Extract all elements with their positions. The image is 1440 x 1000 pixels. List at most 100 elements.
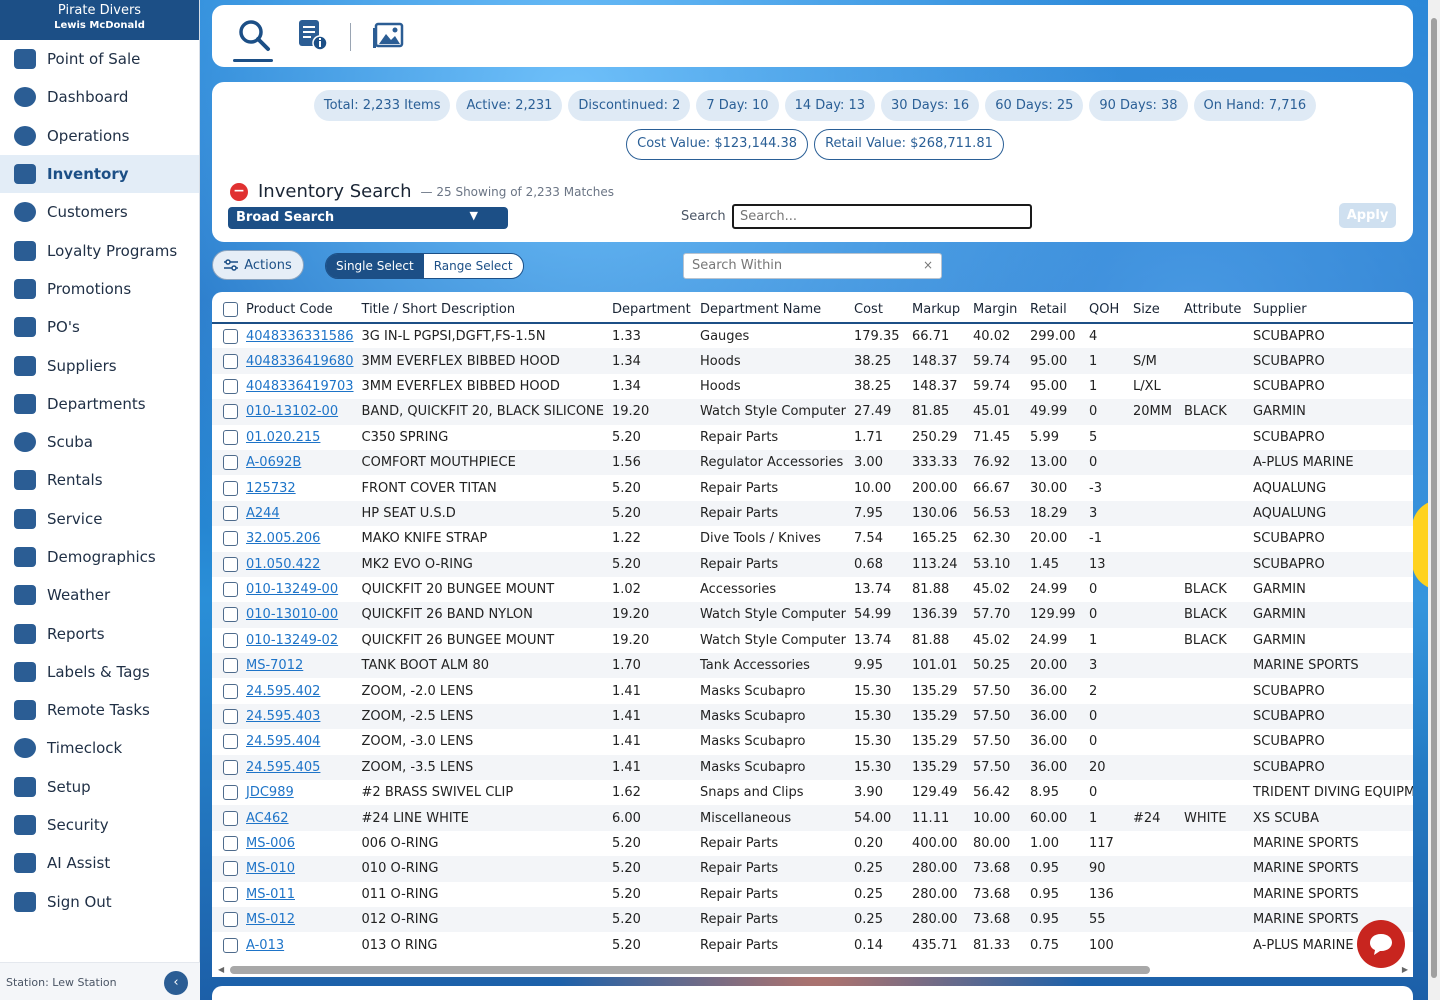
table-row[interactable]: 010-13010-00 QUICKFIT 26 BAND NYLON 19.20 W… [212,602,1413,628]
stat-chip[interactable]: Active: 2,231 [456,90,563,121]
product-code-link[interactable]: MS-011 [246,887,295,902]
product-code-link[interactable]: 010-13249-00 [246,582,338,597]
column-header-product-code[interactable]: Product Code [242,292,358,324]
table-row[interactable]: 4048336331586 3G IN-L PGPSI,DGFT,FS-1.5N 1… [212,323,1413,348]
sidebar-item-setup[interactable]: Setup [0,768,199,806]
product-code-link[interactable]: MS-012 [246,912,295,927]
product-code-link[interactable]: AC462 [246,811,289,826]
sidebar-item-customers[interactable]: Customers [0,193,199,231]
vertical-scrollbar[interactable] [1428,0,1440,1000]
product-code-link[interactable]: 24.595.405 [246,760,320,775]
product-code-link[interactable]: 24.595.404 [246,734,320,749]
table-row[interactable]: AC462 #24 LINE WHITE 6.00 Miscellaneous 54.0… [212,805,1413,831]
row-checkbox[interactable] [223,683,238,699]
row-checkbox[interactable] [223,861,238,877]
row-checkbox[interactable] [223,785,238,801]
row-checkbox[interactable] [223,556,238,572]
sidebar-item-dashboard[interactable]: Dashboard [0,78,199,116]
item-info-tab-button[interactable] [292,15,332,55]
product-code-link[interactable]: 4048336419680 [246,354,354,369]
product-code-link[interactable]: 4048336419703 [246,379,354,394]
stat-chip[interactable]: Retail Value: $268,711.81 [814,129,1004,160]
sidebar-item-suppliers[interactable]: Suppliers [0,346,199,384]
product-code-link[interactable]: MS-010 [246,861,295,876]
column-header-retail[interactable]: Retail [1026,292,1086,324]
table-row[interactable]: A-013 013 O RING 5.20 Repair Parts 0.14 435.7… [212,932,1413,957]
product-code-link[interactable]: 24.595.403 [246,709,320,724]
chat-button[interactable] [1357,920,1405,968]
table-row[interactable]: 24.595.402 ZOOM, -2.0 LENS 1.41 Masks Scuba… [212,678,1413,703]
table-row[interactable]: MS-7012 TANK BOOT ALM 80 1.70 Tank Accessor… [212,653,1413,679]
column-header-department[interactable]: Department [608,292,696,324]
table-row[interactable]: A244 HP SEAT U.S.D 5.20 Repair Parts 7.95 130… [212,500,1413,527]
sidebar-item-remote-tasks[interactable]: Remote Tasks [0,691,199,729]
row-checkbox[interactable] [223,531,238,547]
stat-chip[interactable]: 90 Days: 38 [1089,90,1188,121]
sidebar-item-loyalty-programs[interactable]: Loyalty Programs [0,231,199,269]
product-code-link[interactable]: MS-006 [246,836,295,851]
row-checkbox[interactable] [223,378,238,394]
row-checkbox[interactable] [223,810,238,826]
clear-icon[interactable]: × [923,258,933,272]
product-code-link[interactable]: 01.020.215 [246,430,320,445]
row-checkbox[interactable] [223,455,238,471]
product-code-link[interactable]: MS-7012 [246,658,303,673]
row-checkbox[interactable] [223,709,238,725]
product-code-link[interactable]: 32.005.206 [246,531,320,546]
table-row[interactable]: A-0692B COMFORT MOUTHPIECE 1.56 Regulator A… [212,449,1413,476]
stat-chip[interactable]: Discontinued: 2 [568,90,691,121]
apply-button[interactable]: Apply [1339,203,1396,228]
product-code-link[interactable]: 4048336331586 [246,329,354,344]
row-checkbox[interactable] [223,734,238,750]
row-checkbox[interactable] [223,912,238,928]
column-header-attribute[interactable]: Attribute [1180,292,1250,324]
table-row[interactable]: 24.595.404 ZOOM, -3.0 LENS 1.41 Masks Scuba… [212,729,1413,754]
product-code-link[interactable]: JDC989 [246,785,294,800]
table-row[interactable]: 4048336419703 3MM EVERFLEX BIBBED HOOD 1.3… [212,374,1413,399]
row-checkbox[interactable] [223,404,238,420]
table-row[interactable]: MS-006 006 O-RING 5.20 Repair Parts 0.20 400.… [212,831,1413,856]
product-code-link[interactable]: 24.595.402 [246,684,320,699]
stat-chip[interactable]: Cost Value: $123,144.38 [626,129,809,160]
sidebar-item-scuba[interactable]: Scuba [0,423,199,461]
table-row[interactable]: 24.595.403 ZOOM, -2.5 LENS 1.41 Masks Scuba… [212,703,1413,730]
stat-chip[interactable]: Total: 2,233 Items [313,90,451,121]
stat-chip[interactable]: On Hand: 7,716 [1193,90,1317,121]
sidebar-item-timeclock[interactable]: Timeclock [0,729,199,767]
sidebar-item-reports[interactable]: Reports [0,614,199,652]
row-checkbox[interactable] [223,658,238,674]
row-checkbox[interactable] [223,480,238,496]
stat-chip[interactable]: 30 Days: 16 [881,90,980,121]
table-row[interactable]: MS-011 011 O-RING 5.20 Repair Parts 0.25 280.… [212,882,1413,907]
search-input[interactable] [732,204,1032,229]
product-code-link[interactable]: 01.050.422 [246,557,320,572]
column-header-size[interactable]: Size [1129,292,1181,324]
product-code-link[interactable]: 010-13102-00 [246,404,338,419]
search-within-input[interactable]: Search Within × [683,253,942,279]
table-row[interactable]: 125732 FRONT COVER TITAN 5.20 Repair Parts 1… [212,475,1413,500]
table-row[interactable]: 01.020.215 C350 SPRING 5.20 Repair Parts 1.7… [212,425,1413,450]
column-header-margin[interactable]: Margin [969,292,1027,324]
table-row[interactable]: 010-13249-02 QUICKFIT 26 BUNGEE MOUNT 19.2… [212,628,1413,653]
product-code-link[interactable]: 125732 [246,481,296,496]
row-checkbox[interactable] [223,607,238,623]
sidebar-item-weather[interactable]: Weather [0,576,199,614]
row-checkbox[interactable] [223,505,238,521]
sidebar-item-rentals[interactable]: Rentals [0,461,199,499]
sidebar-item-promotions[interactable]: Promotions [0,270,199,308]
row-checkbox[interactable] [223,328,238,344]
row-checkbox[interactable] [223,759,238,775]
actions-button[interactable]: Actions [212,250,304,280]
product-code-link[interactable]: A244 [246,506,280,521]
sidebar-item-ai-assist[interactable]: AI Assist [0,844,199,882]
scroll-left-icon[interactable]: ◀ [218,965,224,974]
collapse-search-button[interactable]: − [230,182,248,201]
stat-chip[interactable]: 60 Days: 25 [985,90,1084,121]
images-tab-button[interactable] [368,15,408,55]
product-code-link[interactable]: 010-13010-00 [246,607,338,622]
table-row[interactable]: 32.005.206 MAKO KNIFE STRAP 1.22 Dive Tools… [212,526,1413,551]
scroll-right-icon[interactable]: ▶ [1402,965,1408,974]
row-checkbox[interactable] [223,886,238,902]
table-row[interactable]: 24.595.405 ZOOM, -3.5 LENS 1.41 Masks Scuba… [212,754,1413,781]
sidebar-item-labels-tags[interactable]: Labels & Tags [0,653,199,691]
